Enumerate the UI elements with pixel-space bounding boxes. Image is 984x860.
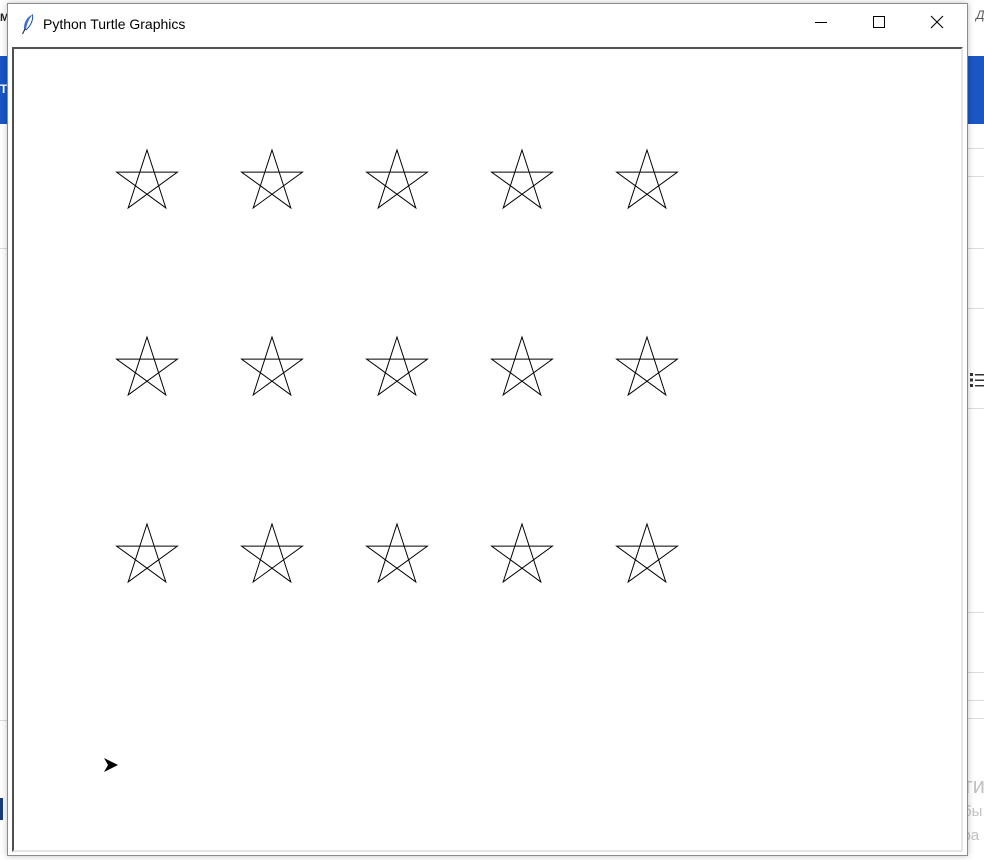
background-divider bbox=[966, 148, 984, 149]
star-shape bbox=[240, 148, 304, 210]
background-divider bbox=[966, 408, 984, 409]
star-shape bbox=[490, 148, 554, 210]
star-shape bbox=[365, 522, 429, 584]
background-title-fragment: Д bbox=[976, 8, 984, 22]
star-shape bbox=[365, 335, 429, 397]
star-shape bbox=[240, 522, 304, 584]
star-shape bbox=[615, 148, 679, 210]
turtle-canvas[interactable] bbox=[14, 49, 961, 850]
background-divider bbox=[966, 176, 984, 177]
star-shape bbox=[115, 148, 179, 210]
close-button[interactable] bbox=[908, 4, 966, 44]
star-shape bbox=[615, 522, 679, 584]
star-shape bbox=[115, 522, 179, 584]
background-divider bbox=[966, 672, 984, 673]
star-shape bbox=[240, 335, 304, 397]
background-side-marker bbox=[0, 798, 3, 820]
window-title: Python Turtle Graphics bbox=[43, 16, 186, 32]
star-shape bbox=[615, 335, 679, 397]
list-icon bbox=[970, 372, 984, 393]
star-shape bbox=[490, 335, 554, 397]
background-divider bbox=[966, 248, 984, 249]
background-divider bbox=[966, 612, 984, 613]
minimize-button[interactable] bbox=[792, 4, 850, 44]
star-shape bbox=[365, 148, 429, 210]
feather-icon bbox=[20, 13, 36, 35]
turtle-cursor-icon bbox=[104, 758, 118, 772]
background-divider bbox=[966, 700, 984, 701]
minimize-icon bbox=[815, 15, 827, 33]
turtle-canvas-frame bbox=[12, 47, 963, 852]
star-shape bbox=[115, 335, 179, 397]
background-divider bbox=[966, 718, 984, 719]
title-bar[interactable]: Python Turtle Graphics bbox=[8, 4, 967, 44]
turtle-window: Python Turtle Graphics bbox=[7, 3, 968, 856]
star-shape bbox=[490, 522, 554, 584]
maximize-icon bbox=[873, 15, 885, 33]
background-divider bbox=[966, 308, 984, 309]
close-icon bbox=[930, 15, 944, 34]
maximize-button[interactable] bbox=[850, 4, 908, 44]
